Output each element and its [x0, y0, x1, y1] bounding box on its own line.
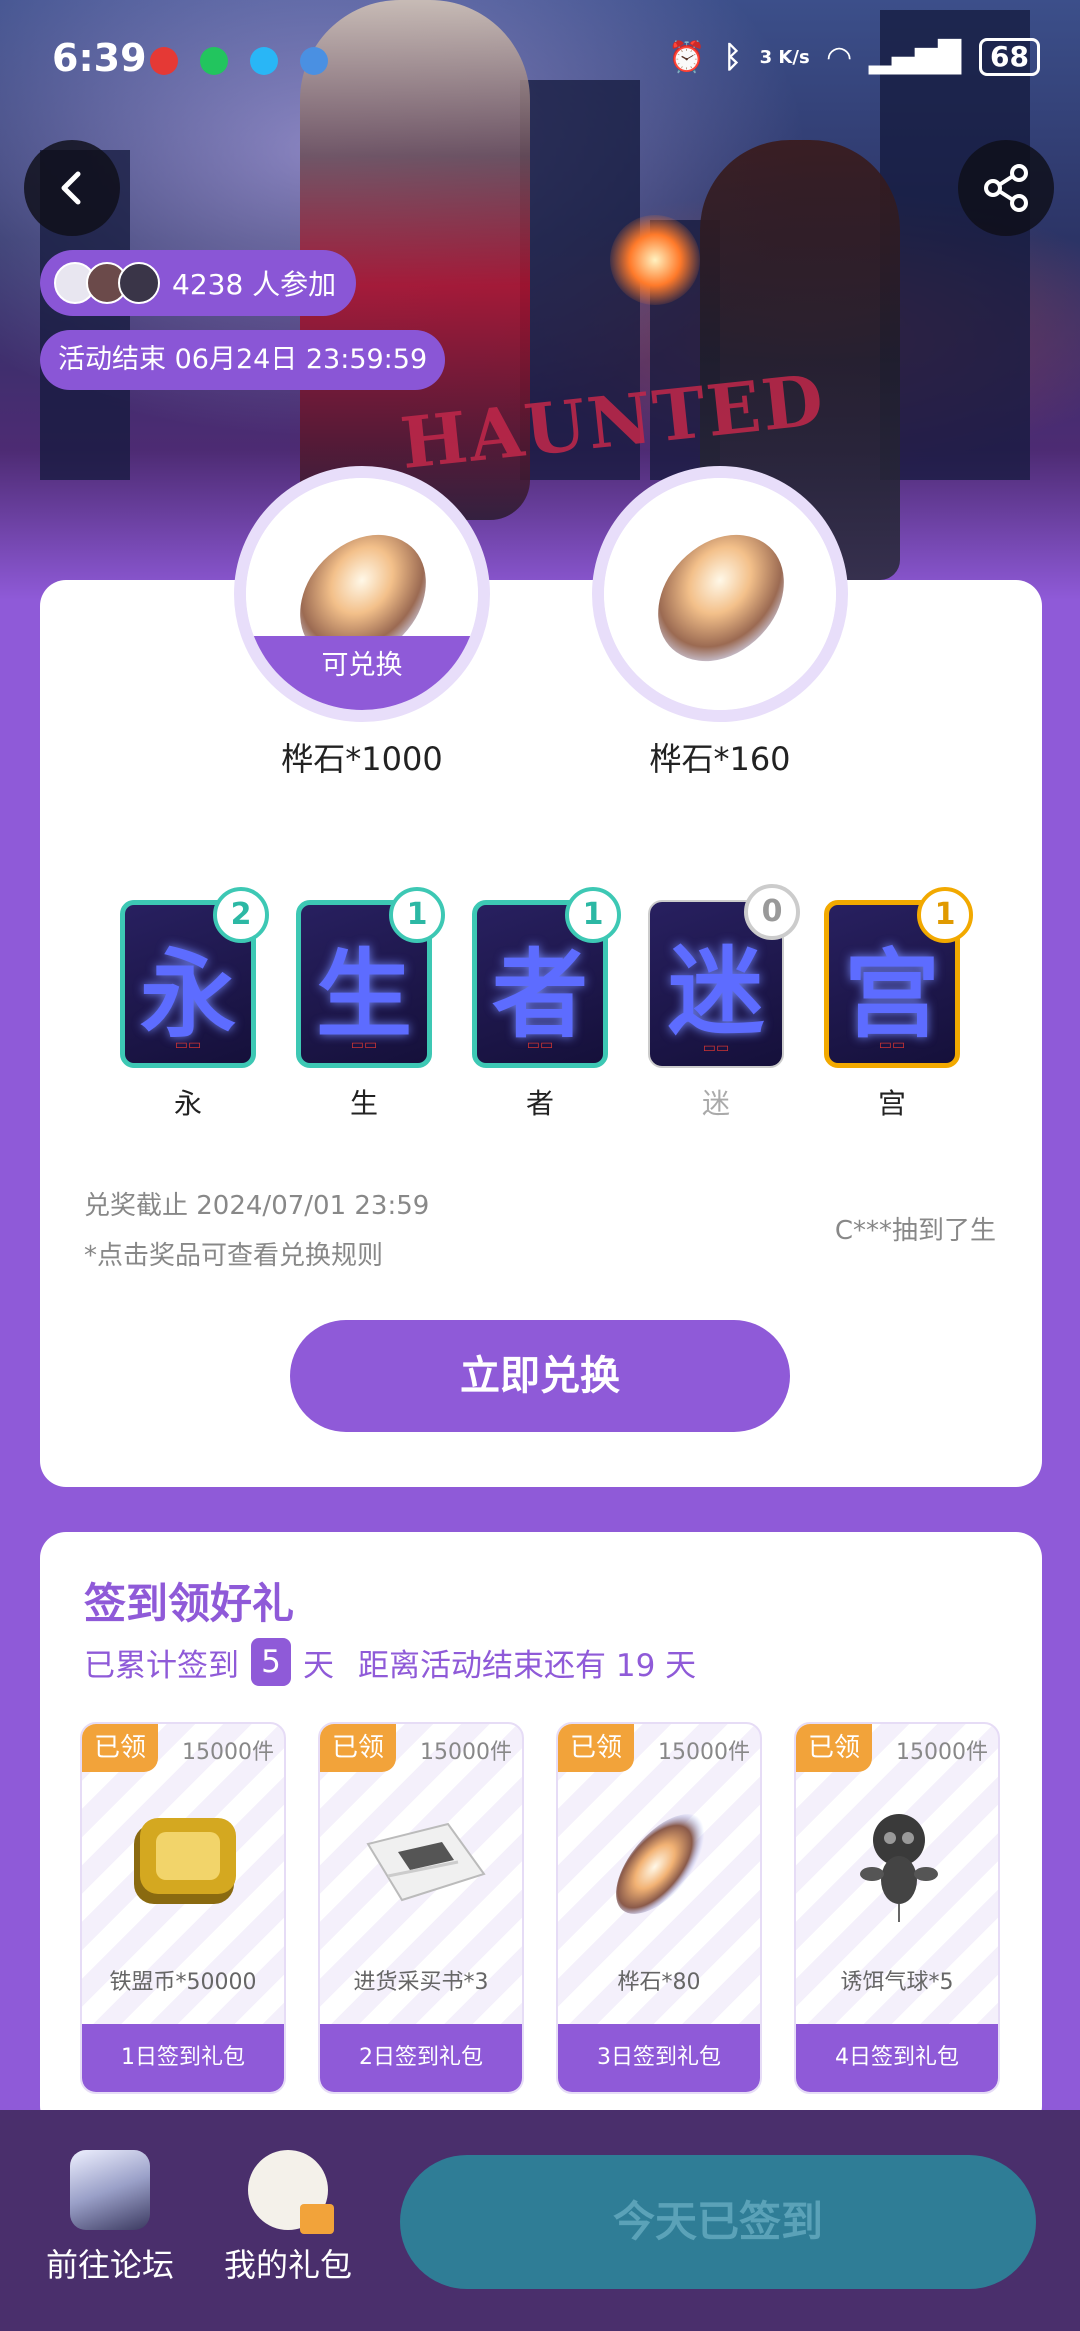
share-button[interactable]: [958, 140, 1054, 236]
participants-pill: 4238 人参加: [40, 250, 357, 316]
count-badge: 1: [565, 887, 621, 943]
char-label: 者: [525, 1087, 554, 1120]
hero-flame: [610, 215, 700, 305]
signin-day-count: 5: [251, 1638, 291, 1686]
gift-day-3[interactable]: 已领 15000件 桦石*80 3日签到礼包: [556, 1722, 762, 2094]
claimed-badge: 已领: [558, 1724, 635, 1772]
gift-day-2[interactable]: 已领 15000件 进货采买书*3 2日签到礼包: [318, 1722, 524, 2094]
bluetooth-icon: ᛒ: [723, 39, 742, 75]
count-badge: 1: [389, 887, 445, 943]
share-icon: [984, 164, 1028, 212]
redeemable-badge: 可兑换: [246, 636, 478, 710]
book-icon: [366, 1822, 486, 1902]
claimed-badge: 已领: [82, 1724, 159, 1772]
gift-name: 铁盟币*50000: [109, 1970, 257, 1995]
gift-tag: 3日签到礼包: [558, 2024, 760, 2092]
gift-day-1[interactable]: 已领 15000件 铁盟币*50000 1日签到礼包: [80, 1722, 286, 2094]
claimed-badge: 已领: [796, 1724, 873, 1772]
gift-tag: 1日签到礼包: [82, 2024, 284, 2092]
event-end-pill: 活动结束 06月24日 23:59:59: [40, 330, 446, 390]
char-card-gong[interactable]: 宫 ▭▭ 1: [824, 887, 973, 1068]
stock-count: 15000件: [420, 1740, 512, 1765]
gift-name: 诱饵气球*5: [840, 1970, 954, 1995]
gem-icon: [616, 1814, 706, 1914]
prize-item[interactable]: 可兑换: [234, 466, 490, 722]
char-card-yong[interactable]: 永 ▭▭ 2: [120, 887, 269, 1068]
avatar: [118, 262, 160, 304]
winner-ticker: C***抽到了生: [834, 1216, 996, 1246]
count-badge: 2: [213, 887, 269, 943]
redeem-deadline: 兑奖截止 2024/07/01 23:59: [84, 1191, 430, 1221]
forum-avatar-icon: [70, 2150, 150, 2230]
balloon-icon: [860, 1814, 938, 1922]
gift-tag: 2日签到礼包: [320, 2024, 522, 2092]
signin-title: 签到领好礼: [84, 1579, 295, 1628]
stock-count: 15000件: [658, 1740, 750, 1765]
stock-count: 15000件: [896, 1740, 988, 1765]
signin-progress: 已累计签到 5 天 距离活动结束还有 19 天: [84, 1638, 696, 1686]
char-label: 永: [173, 1087, 202, 1120]
forum-link[interactable]: 前往论坛: [30, 2150, 190, 2286]
char-label: 宫: [877, 1087, 906, 1120]
signal-icon: ▂▄▆█: [868, 39, 962, 75]
forum-label: 前往论坛: [45, 2246, 174, 2284]
notification-icon: [250, 47, 278, 75]
exchange-now-button[interactable]: 立即兑换: [290, 1320, 790, 1432]
wifi-icon: ◠: [827, 39, 851, 75]
stock-count: 15000件: [182, 1740, 274, 1765]
network-speed: 3 K/s: [759, 46, 810, 68]
back-button[interactable]: [24, 140, 120, 236]
back-arrow-icon: [61, 171, 81, 205]
my-gifts-label: 我的礼包: [223, 2246, 352, 2284]
char-card-zhe[interactable]: 者 ▭▭ 1: [472, 887, 621, 1068]
battery-icon: 68: [979, 38, 1040, 76]
count-badge: 1: [917, 887, 973, 943]
prize-label: 桦石*160: [649, 740, 791, 778]
prize-item[interactable]: [592, 466, 848, 722]
notification-icon: [200, 47, 228, 75]
coin-icon: [134, 1818, 236, 1904]
gift-day-4[interactable]: 已领 15000件 诱饵气球*5 4日签到礼包: [794, 1722, 1000, 2094]
status-bar: 6:39 ⏰ ᛒ 3 K/s ◠ ▂▄▆█ 68: [0, 0, 1080, 120]
alarm-icon: ⏰: [668, 39, 706, 75]
gift-tag: 4日签到礼包: [796, 2024, 998, 2092]
cloud-icon: [300, 47, 328, 75]
claimed-badge: 已领: [320, 1724, 397, 1772]
char-label: 生: [349, 1087, 378, 1120]
char-label: 迷: [701, 1087, 730, 1120]
char-card-sheng[interactable]: 生 ▭▭ 1: [296, 887, 445, 1068]
participants-count: 4238 人参加: [172, 268, 337, 301]
rule-hint[interactable]: *点击奖品可查看兑换规则: [84, 1235, 383, 1272]
status-time: 6:39: [52, 36, 147, 80]
notification-icon: [150, 47, 178, 75]
gem-icon: [635, 509, 807, 687]
signed-today-button[interactable]: 今天已签到: [400, 2155, 1036, 2289]
gift-name: 进货采买书*3: [353, 1970, 489, 1995]
gift-box-icon: [248, 2150, 334, 2234]
char-card-mi[interactable]: 迷 ▭▭ 0: [648, 884, 800, 1068]
my-gifts-link[interactable]: 我的礼包: [208, 2150, 368, 2286]
gift-name: 桦石*80: [617, 1970, 701, 1995]
count-badge: 0: [744, 884, 800, 940]
prize-label: 桦石*1000: [281, 740, 443, 778]
